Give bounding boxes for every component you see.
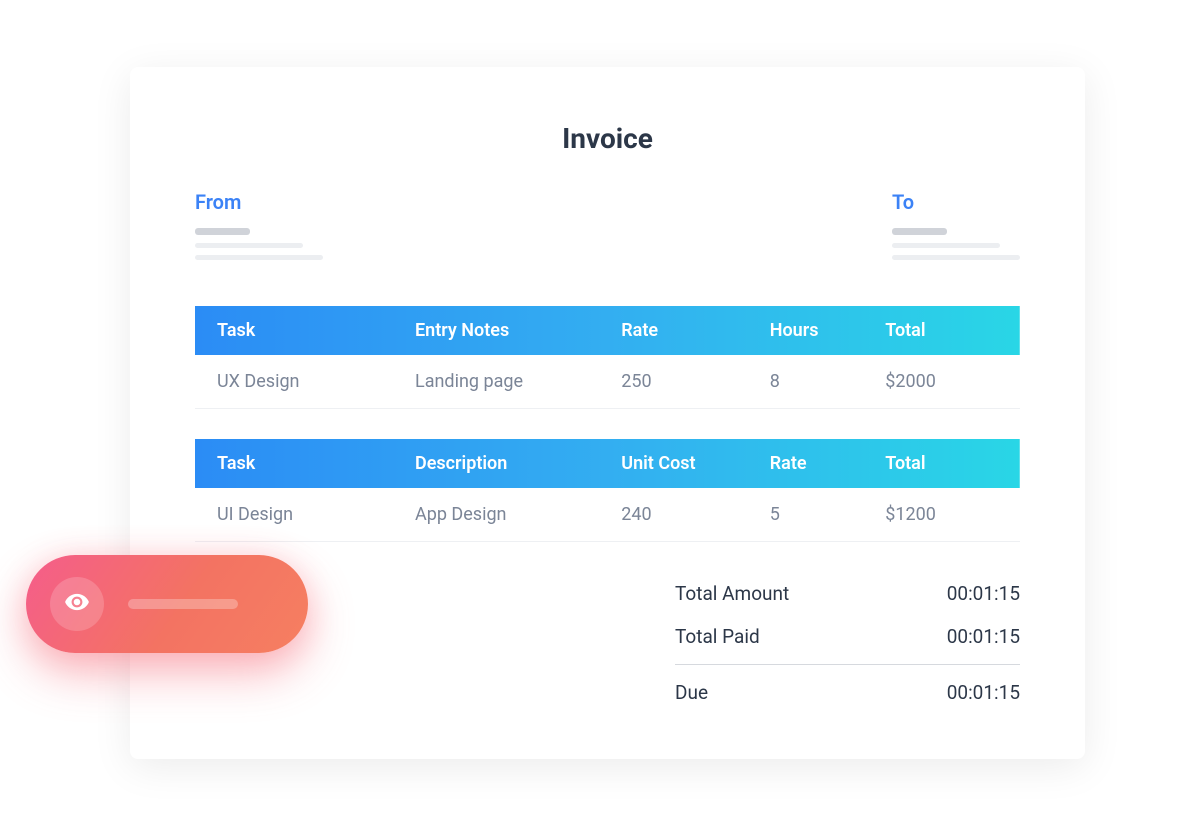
summary-label: Total Paid [675, 625, 760, 648]
eye-icon-circle [50, 577, 104, 631]
cell-notes: Landing page [393, 355, 599, 409]
cell-description: App Design [393, 488, 599, 542]
col-total: Total [863, 439, 1020, 488]
placeholder-line [128, 599, 238, 609]
placeholder-line [195, 243, 303, 248]
col-hours: Hours [748, 306, 864, 355]
summary-label: Due [675, 681, 708, 704]
summary-row-due: Due 00:01:15 [675, 671, 1020, 714]
col-unit-cost: Unit Cost [599, 439, 748, 488]
cell-total: $1200 [863, 488, 1020, 542]
col-task: Task [195, 439, 393, 488]
from-block: From [195, 190, 323, 268]
cell-task: UX Design [195, 355, 393, 409]
summary-value: 00:01:15 [947, 582, 1020, 605]
summary-value: 00:01:15 [947, 625, 1020, 648]
cell-total: $2000 [863, 355, 1020, 409]
placeholder-line [892, 228, 947, 235]
placeholder-line [195, 255, 323, 260]
table-header-row: Task Entry Notes Rate Hours Total [195, 306, 1020, 355]
cell-task: UI Design [195, 488, 393, 542]
cell-rate: 250 [599, 355, 748, 409]
summary-row-total-amount: Total Amount 00:01:15 [675, 572, 1020, 615]
summary-divider [675, 664, 1020, 665]
to-label: To [892, 190, 914, 214]
summary-row-total-paid: Total Paid 00:01:15 [675, 615, 1020, 658]
floating-action-pill[interactable] [26, 555, 308, 653]
summary-value: 00:01:15 [947, 681, 1020, 704]
col-task: Task [195, 306, 393, 355]
from-to-row: From To [195, 190, 1020, 268]
table-header-row: Task Description Unit Cost Rate Total [195, 439, 1020, 488]
from-label: From [195, 190, 323, 214]
placeholder-line [892, 255, 1020, 260]
eye-icon [64, 589, 90, 619]
cell-hours: 8 [748, 355, 864, 409]
invoice-table-2: Task Description Unit Cost Rate Total UI… [195, 439, 1020, 542]
cell-unit-cost: 240 [599, 488, 748, 542]
col-description: Description [393, 439, 599, 488]
col-rate: Rate [748, 439, 864, 488]
cell-rate: 5 [748, 488, 864, 542]
summary-block: Total Amount 00:01:15 Total Paid 00:01:1… [675, 572, 1020, 714]
col-total: Total [863, 306, 1020, 355]
summary-label: Total Amount [675, 582, 789, 605]
page-title: Invoice [195, 122, 1020, 155]
invoice-card: Invoice From To Task Entry Notes Rate Ho… [130, 67, 1085, 759]
placeholder-line [195, 228, 250, 235]
col-rate: Rate [599, 306, 748, 355]
invoice-table-1: Task Entry Notes Rate Hours Total UX Des… [195, 306, 1020, 409]
placeholder-line [892, 243, 1000, 248]
table-row: UI Design App Design 240 5 $1200 [195, 488, 1020, 542]
col-entry-notes: Entry Notes [393, 306, 599, 355]
table-row: UX Design Landing page 250 8 $2000 [195, 355, 1020, 409]
to-block: To [892, 190, 1020, 268]
